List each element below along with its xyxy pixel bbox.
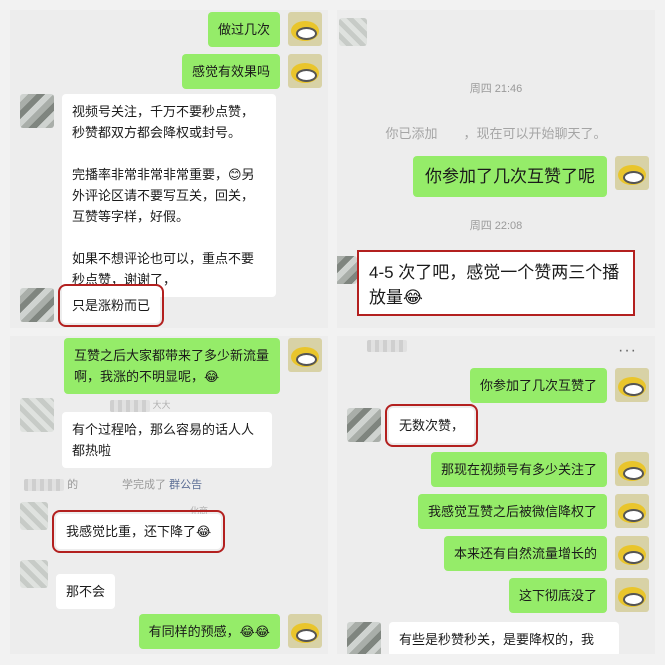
message-row: 这下彻底没了 xyxy=(508,578,649,613)
contact-avatar[interactable] xyxy=(20,288,54,322)
chat-panel-1: 做过几次 感觉有效果吗 视频号关注，千万不要秒点赞，秒赞都双方都会降权或封号。 … xyxy=(10,10,328,328)
timestamp: 周四 21:46 xyxy=(469,83,523,95)
message-bubble: 视频号关注，千万不要秒点赞，秒赞都双方都会降权或封号。 完播率非常非常非常重要，… xyxy=(62,94,276,297)
redacted-name xyxy=(367,340,407,352)
user-avatar[interactable] xyxy=(288,12,322,46)
chat-panel-2: 周四 21:46 你已添加 ，现在可以开始聊天了。 你参加了几次互赞了呢 周四 … xyxy=(337,10,655,328)
user-avatar[interactable] xyxy=(288,614,322,648)
user-avatar[interactable] xyxy=(615,452,649,486)
contact-avatar[interactable] xyxy=(20,94,54,128)
group-notice: 的 学完成了 群公告 xyxy=(24,476,314,492)
message-row: 感觉有效果吗 xyxy=(181,54,322,89)
message-bubble: 4-5 次了吧，感觉一个赞两三个播放量😂 xyxy=(369,263,620,307)
message-bubble: 这下彻底没了 xyxy=(508,578,607,613)
message-row: 只是涨粉而已 xyxy=(20,284,165,327)
contact-avatar[interactable] xyxy=(347,408,381,442)
message-bubble: 有同样的预感，😂😂 xyxy=(138,614,280,649)
timestamp: 周四 22:08 xyxy=(469,220,523,232)
message-bubble: 你参加了几次互赞了 xyxy=(469,368,607,403)
message-bubble: 有个过程哈，那么容易的话人人都热啦 xyxy=(62,412,272,468)
user-avatar[interactable] xyxy=(288,338,322,372)
system-message: 你已添加 ，现在可以开始聊天了。 xyxy=(385,126,607,141)
message-row: 本来还有自然流量增长的 xyxy=(443,536,649,571)
highlighted-message-bubble: 无数次赞， xyxy=(384,404,479,447)
contact-avatar[interactable] xyxy=(20,502,48,530)
user-avatar[interactable] xyxy=(288,54,322,88)
group-notice-link[interactable]: 群公告 xyxy=(169,479,202,491)
highlighted-message-bubble: 只是涨粉而已 xyxy=(57,284,165,327)
message-row: 有同样的预感，😂😂 xyxy=(138,614,322,649)
message-row: 那现在视频号有多少关注了 xyxy=(430,452,649,487)
message-bubble: 互赞之后大家都带来了多少新流量啊，我涨的不明显呢，😂 xyxy=(64,338,280,394)
message-bubble: 你参加了几次互赞了呢 xyxy=(413,156,607,197)
message-row: 视频号关注，千万不要秒点赞，秒赞都双方都会降权或封号。 完播率非常非常非常重要，… xyxy=(20,94,276,297)
message-row: 无数次赞， xyxy=(347,404,479,447)
user-avatar[interactable] xyxy=(615,494,649,528)
redacted-name xyxy=(24,479,64,492)
message-row: 我感觉互赞之后被微信降权了 xyxy=(417,494,649,529)
user-avatar[interactable] xyxy=(615,536,649,570)
user-avatar[interactable] xyxy=(615,156,649,190)
message-row: 有些是秒赞秒关，是要降权的，我 xyxy=(347,622,619,654)
message-bubble: 我感觉互赞之后被微信降权了 xyxy=(417,494,607,529)
message-row: 有个过程哈，那么容易的话人人都热啦 xyxy=(20,398,272,468)
message-row: 你参加了几次互赞了 xyxy=(469,368,649,403)
message-row: 互赞之后大家都带来了多少新流量啊，我涨的不明显呢，😂 xyxy=(64,338,322,394)
message-bubble: 感觉有效果吗 xyxy=(181,54,280,89)
chat-panel-3: 互赞之后大家都带来了多少新流量啊，我涨的不明显呢，😂 大大 有个过程哈，那么容易… xyxy=(10,336,328,654)
user-avatar[interactable] xyxy=(615,578,649,612)
contact-avatar[interactable] xyxy=(339,18,367,46)
contact-avatar[interactable] xyxy=(20,560,48,588)
message-bubble: 本来还有自然流量增长的 xyxy=(443,536,607,571)
message-row: 你参加了几次互赞了呢 xyxy=(413,156,649,197)
highlight-box: 4-5 次了吧，感觉一个赞两三个播放量😂 xyxy=(357,250,635,316)
message-bubble: 做过几次 xyxy=(207,12,280,47)
highlighted-message-bubble: 我感觉比重，还下降了😂 xyxy=(51,510,226,553)
sender-nickname xyxy=(367,340,407,352)
message-row: 做过几次 xyxy=(207,12,322,47)
message-bubble: 有些是秒赞秒关，是要降权的，我 xyxy=(389,622,619,654)
message-bubble: 那现在视频号有多少关注了 xyxy=(430,452,607,487)
contact-avatar[interactable] xyxy=(347,622,381,654)
more-menu-icon[interactable]: ··· xyxy=(618,342,637,360)
user-avatar[interactable] xyxy=(615,368,649,402)
message-row: 那不会 xyxy=(20,560,116,609)
chat-panel-4: ··· 你参加了几次互赞了 无数次赞， 那现在视频号有多少关注了 我感觉互赞之后… xyxy=(337,336,655,654)
contact-avatar[interactable] xyxy=(20,398,54,432)
notice-text: 的 学完成了 xyxy=(67,479,167,491)
contact-avatar[interactable] xyxy=(337,256,357,284)
message-bubble: 那不会 xyxy=(56,574,116,609)
message-row: 我感觉比重，还下降了😂 xyxy=(20,502,226,553)
